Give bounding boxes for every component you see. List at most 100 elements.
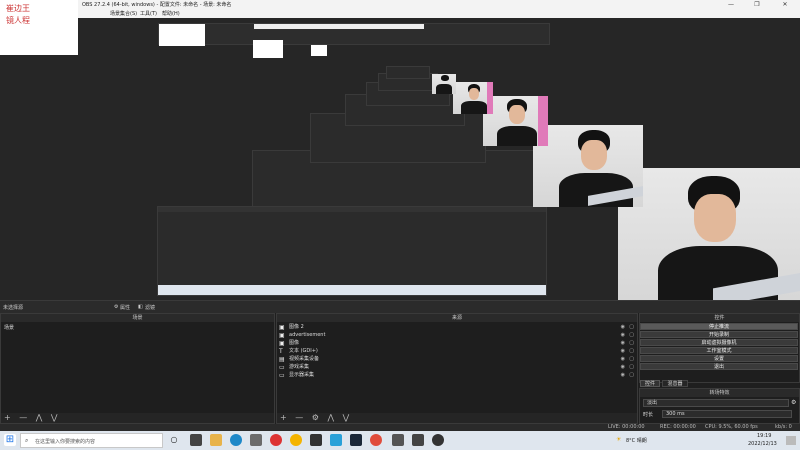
file-explorer-icon[interactable] xyxy=(210,434,222,446)
windows-start-icon[interactable]: ⊞ xyxy=(4,434,16,446)
app-icon-2[interactable] xyxy=(330,434,342,446)
camera-icon: ▤ xyxy=(279,356,285,363)
stop-streaming-button[interactable]: 停止推流 xyxy=(640,323,798,330)
obs-window: 崔边王 镜人程 OBS 27.2.4 (64-bit, windows) - 配… xyxy=(0,0,800,450)
store-icon[interactable] xyxy=(250,434,262,446)
maximize-button[interactable]: ❐ xyxy=(746,0,768,9)
eye-icon[interactable]: ◉ xyxy=(621,340,625,347)
search-icon: ⌕ xyxy=(25,437,29,444)
camera-feed-2 xyxy=(533,125,643,207)
eye-icon[interactable]: ◉ xyxy=(621,332,625,339)
tab-mixer[interactable]: 混音器 xyxy=(662,380,688,387)
weather-icon: ☀ xyxy=(616,436,622,443)
image-icon: ▣ xyxy=(279,324,285,331)
lock-icon[interactable]: ▢ xyxy=(629,324,634,331)
app-icon-4[interactable] xyxy=(392,434,404,446)
source-item[interactable]: ▭ 游戏采集 ◉ ▢ xyxy=(279,364,635,371)
netease-music-icon[interactable] xyxy=(270,434,282,446)
properties-button[interactable]: 属性 xyxy=(120,304,130,311)
source-item[interactable]: ▤ 视频采集设备 ◉ ▢ xyxy=(279,356,635,363)
eye-icon[interactable]: ◉ xyxy=(621,364,625,371)
transitions-header: 转场特效 xyxy=(640,389,799,397)
taskbar: ⊞ ⌕ 在这里输入你要搜索的内容 ○ ☀ 8°C 晴朗 19:19 2022/1… xyxy=(0,431,800,450)
lock-icon[interactable]: ▢ xyxy=(629,332,634,339)
source-item[interactable]: ▣ advertisement ◉ ▢ xyxy=(279,332,635,339)
cortana-icon[interactable]: ○ xyxy=(168,434,180,446)
clock-date[interactable]: 2022/12/13 xyxy=(748,441,777,447)
menu-item-tools[interactable]: 工具(T) xyxy=(140,10,157,17)
source-item[interactable]: ▣ 图像 2 ◉ ▢ xyxy=(279,324,635,331)
nested-logo-3 xyxy=(311,45,327,56)
task-view-icon[interactable] xyxy=(190,434,202,446)
no-source-selected-label: 未选择源 xyxy=(3,305,24,311)
camera-feed-5 xyxy=(432,74,456,94)
start-recording-button[interactable]: 开始录制 xyxy=(640,331,798,338)
eye-icon[interactable]: ◉ xyxy=(621,348,625,355)
cpu-status: CPU: 9.5%, 60.00 fps xyxy=(705,424,758,430)
status-bar: LIVE: 00:00:00 REC: 00:00:00 CPU: 9.5%, … xyxy=(0,424,800,431)
image-icon: ▣ xyxy=(279,340,285,347)
gamepad-icon: ▭ xyxy=(279,364,285,371)
lock-icon[interactable]: ▢ xyxy=(629,364,634,371)
minimize-button[interactable]: — xyxy=(720,0,742,9)
gear-icon: ⚙ xyxy=(114,304,119,310)
duration-input[interactable]: 300 ms xyxy=(662,410,792,418)
app-icon-3[interactable] xyxy=(370,434,382,446)
exit-button[interactable]: 退出 xyxy=(640,363,798,370)
nested-window-0 xyxy=(157,206,547,296)
eye-icon[interactable]: ◉ xyxy=(621,372,625,379)
window-title: OBS 27.2.4 (64-bit, windows) - 配置文件: 未命名… xyxy=(82,2,232,8)
studio-mode-button[interactable]: 工作室模式 xyxy=(640,347,798,354)
duration-label: 时长 xyxy=(643,412,654,418)
menu-item-scene-collection[interactable]: 场景集合(S) xyxy=(110,10,137,17)
notification-icon[interactable] xyxy=(786,436,796,445)
scenes-toolbar[interactable]: + — ⋀ ⋁ xyxy=(1,413,274,423)
source-toolbar: 未选择源 ⚙ 属性 ◧ 滤镜 xyxy=(0,300,800,313)
eye-icon[interactable]: ◉ xyxy=(621,324,625,331)
settings-button[interactable]: 设置 xyxy=(640,355,798,362)
filters-button[interactable]: 滤镜 xyxy=(145,304,155,311)
browser-icon[interactable] xyxy=(290,434,302,446)
edge-icon[interactable] xyxy=(230,434,242,446)
gear-icon[interactable]: ⚙ xyxy=(791,399,796,406)
source-item[interactable]: T 文本 (GDI+) ◉ ▢ xyxy=(279,348,635,355)
close-button[interactable]: ✕ xyxy=(774,0,796,9)
lock-icon[interactable]: ▢ xyxy=(629,372,634,379)
scene-item[interactable]: 场景 xyxy=(4,324,14,331)
steam-icon[interactable] xyxy=(350,434,362,446)
app-icon-5[interactable] xyxy=(412,434,424,446)
kbps-status: kb/s: 0 xyxy=(775,424,792,430)
nested-logo-2 xyxy=(253,40,283,58)
whiteboard-line-1: 崔边王 xyxy=(6,4,30,13)
scenes-panel: 场景 场景 + — ⋀ ⋁ xyxy=(0,313,275,424)
lock-icon[interactable]: ▢ xyxy=(629,340,634,347)
filter-icon: ◧ xyxy=(138,304,143,310)
lock-icon[interactable]: ▢ xyxy=(629,348,634,355)
live-status: LIVE: 00:00:00 xyxy=(608,424,645,430)
preview-canvas[interactable] xyxy=(0,18,800,300)
app-icon[interactable] xyxy=(310,434,322,446)
clock-time[interactable]: 19:19 xyxy=(757,433,771,439)
obs-icon[interactable] xyxy=(432,434,444,446)
text-icon: T xyxy=(279,348,283,355)
source-item[interactable]: ▣ 图像 ◉ ▢ xyxy=(279,340,635,347)
rec-status: REC: 00:00:00 xyxy=(660,424,696,430)
transitions-panel: 转场特效 淡出 ⚙ 时长 300 ms xyxy=(639,388,800,424)
sources-toolbar[interactable]: + — ⚙ ⋀ ⋁ xyxy=(277,413,637,423)
camera-feed-4 xyxy=(453,82,493,114)
taskbar-search-input[interactable]: ⌕ 在这里输入你要搜索的内容 xyxy=(20,433,163,448)
tab-controls[interactable]: 控件 xyxy=(640,380,660,387)
transition-select[interactable]: 淡出 xyxy=(643,399,789,407)
start-virtual-camera-button[interactable]: 启动虚拟摄像机 xyxy=(640,339,798,346)
nested-window-top xyxy=(158,23,550,46)
weather-text[interactable]: 8°C 晴朗 xyxy=(626,437,647,444)
lock-icon[interactable]: ▢ xyxy=(629,356,634,363)
sources-header: 来源 xyxy=(277,314,637,322)
nested-window-6 xyxy=(386,66,430,79)
eye-icon[interactable]: ◉ xyxy=(621,356,625,363)
transition-selected-value: 淡出 xyxy=(647,400,658,406)
controls-header: 控件 xyxy=(640,314,799,322)
whiteboard-overlay: 崔边王 镜人程 xyxy=(0,0,78,55)
menu-item-help[interactable]: 帮助(H) xyxy=(162,10,180,17)
source-item[interactable]: ▭ 显示器采集 ◉ ▢ xyxy=(279,372,635,379)
